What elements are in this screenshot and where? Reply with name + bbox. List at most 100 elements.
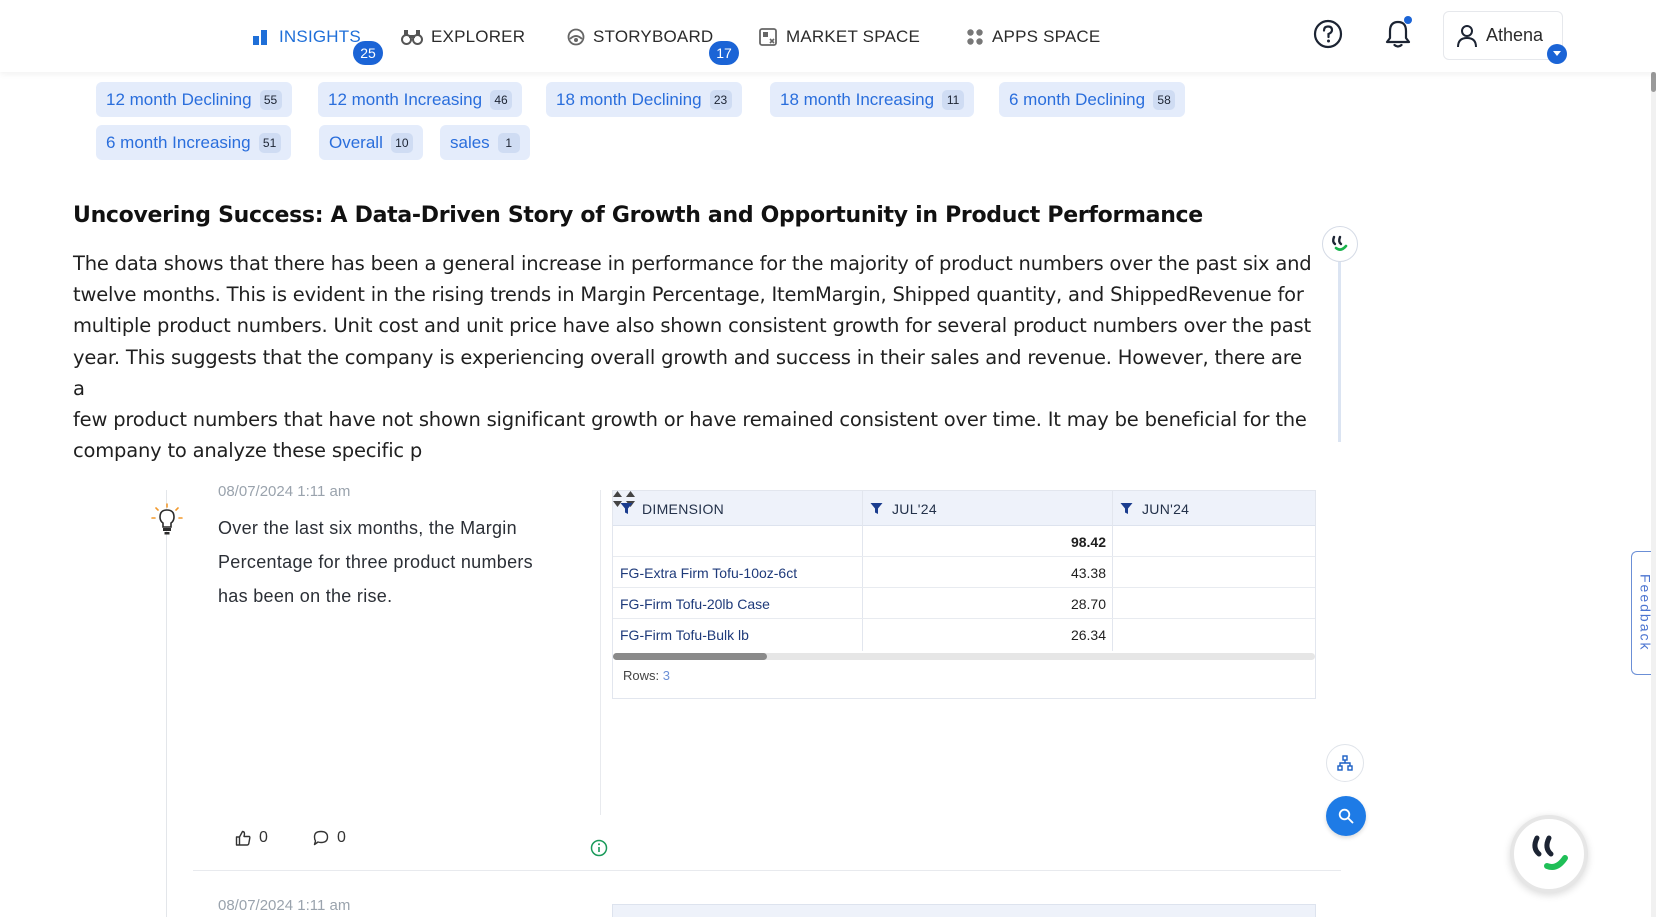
dimension-cell: FG-Firm Tofu-20lb Case xyxy=(620,595,770,612)
story-line: year. This suggests that the company is … xyxy=(73,345,1302,400)
tag-chip[interactable]: 12 month Declining 55 xyxy=(96,82,292,117)
value-cell: 43.38 xyxy=(1070,564,1106,581)
tag-chip[interactable]: 12 month Increasing 46 xyxy=(318,82,523,117)
column-header-label: JUL'24 xyxy=(892,500,937,517)
info-icon[interactable] xyxy=(590,839,608,857)
table-row[interactable]: FG-Firm Tofu-20lb Case 28.70 xyxy=(613,588,1315,619)
tag-chip[interactable]: 6 month Increasing 51 xyxy=(96,125,291,160)
thumbs-up-icon xyxy=(235,830,251,846)
column-header-jul24[interactable]: JUL'24 xyxy=(870,491,937,526)
tag-label: 18 month Declining xyxy=(556,89,702,109)
scrollbar-thumb[interactable] xyxy=(613,653,768,660)
tag-chip[interactable]: 18 month Declining 23 xyxy=(546,82,742,117)
nav-tab-label: MARKET SPACE xyxy=(786,27,921,46)
tag-chip[interactable]: 18 month Increasing 11 xyxy=(770,82,975,117)
tag-label: 18 month Increasing xyxy=(780,89,935,109)
tag-chip[interactable]: Overall 10 xyxy=(319,125,423,160)
rows-label: Rows: xyxy=(623,668,660,683)
tag-label: 12 month Increasing xyxy=(328,89,483,109)
tag-label: 12 month Declining xyxy=(106,89,252,109)
nav-tab-label: STORYBOARD xyxy=(593,27,714,46)
tag-count: 10 xyxy=(390,132,413,153)
story-line: The data shows that there has been a gen… xyxy=(73,252,1312,275)
user-menu[interactable]: Athena xyxy=(1443,11,1563,60)
storyboard-icon xyxy=(567,28,585,46)
column-header-label: JUN'24 xyxy=(1142,500,1190,517)
nav-tab-market-space[interactable]: MARKET SPACE xyxy=(758,24,920,50)
horizontal-scrollbar[interactable] xyxy=(613,653,1315,660)
table-row[interactable]: FG-Firm Tofu-Bulk lb 26.34 xyxy=(613,619,1315,650)
table-header: DIMENSION JUL'24 JUN'24 xyxy=(613,491,1315,526)
column-header-jun24[interactable]: JUN'24 xyxy=(1120,491,1189,526)
next-table-header xyxy=(612,904,1316,917)
tag-count: 51 xyxy=(258,132,281,153)
column-header-dimension[interactable]: DIMENSION xyxy=(620,491,724,526)
insight-timestamp: 08/07/2024 1:11 am xyxy=(218,483,351,500)
filter-icon[interactable] xyxy=(1120,502,1133,515)
tag-count: 11 xyxy=(942,89,965,110)
insight-text: Over the last six months, the Margin Per… xyxy=(218,511,588,613)
lightbulb-icon xyxy=(151,503,183,535)
page-scrollbar[interactable] xyxy=(1651,72,1656,917)
nav-tab-storyboard[interactable]: STORYBOARD xyxy=(567,24,713,50)
search-icon xyxy=(1338,808,1354,824)
insight-timestamp: 08/07/2024 1:11 am xyxy=(218,897,351,914)
tag-count: 1 xyxy=(497,132,520,153)
user-menu-caret-icon[interactable] xyxy=(1547,44,1567,64)
insight-line: Over the last six months, the Margin xyxy=(218,518,517,538)
insight-data-table: DIMENSION JUL'24 JUN'24 98.42 FG-Extra F… xyxy=(612,490,1316,699)
story-line: twelve months. This is evident in the ri… xyxy=(73,283,1304,307)
column-header-label: DIMENSION xyxy=(642,500,725,517)
comment-button[interactable]: 0 xyxy=(313,829,346,847)
tag-chip[interactable]: sales 1 xyxy=(440,125,530,160)
assistant-logo-icon xyxy=(1532,835,1568,870)
chat-assistant-button[interactable] xyxy=(1510,815,1588,893)
page-scrollbar-thumb[interactable] xyxy=(1651,72,1656,92)
story-body: The data shows that there has been a gen… xyxy=(73,248,1313,466)
tag-count: 58 xyxy=(1153,89,1176,110)
binoculars-icon xyxy=(401,30,423,45)
card-separator xyxy=(193,870,1341,871)
story-title: Uncovering Success: A Data-Driven Story … xyxy=(73,203,1203,228)
top-navigation: INSIGHTS 25 EXPLORER STORYBOARD 17 MARKE… xyxy=(0,0,1656,72)
filter-icon[interactable] xyxy=(870,502,883,515)
hierarchy-icon xyxy=(1337,755,1353,771)
dimension-cell: FG-Extra Firm Tofu-10oz-6ct xyxy=(620,564,798,581)
tag-count: 46 xyxy=(490,89,513,110)
insight-line: Percentage for three product numbers xyxy=(218,552,533,572)
user-name: Athena xyxy=(1486,25,1544,45)
tag-count: 55 xyxy=(259,89,282,110)
nav-tab-label: INSIGHTS xyxy=(279,27,361,46)
assistant-avatar-icon xyxy=(1322,226,1358,262)
tag-count: 23 xyxy=(709,89,732,110)
storyboard-count-badge: 17 xyxy=(709,41,739,65)
nav-tab-label: APPS SPACE xyxy=(992,27,1101,46)
like-count: 0 xyxy=(259,829,268,846)
tag-label: 6 month Increasing xyxy=(106,132,251,152)
comment-count: 0 xyxy=(337,829,346,846)
filter-icon[interactable] xyxy=(620,502,633,515)
nav-tab-apps-space[interactable]: APPS SPACE xyxy=(966,24,1100,50)
tag-label: Overall xyxy=(329,132,383,152)
notification-dot xyxy=(1404,16,1412,24)
nav-tab-explorer[interactable]: EXPLORER xyxy=(401,24,525,50)
tag-label: sales xyxy=(450,132,490,152)
dimension-cell: FG-Firm Tofu-Bulk lb xyxy=(620,626,749,643)
story-line: multiple product numbers. Unit cost and … xyxy=(73,314,1311,338)
search-button[interactable] xyxy=(1326,796,1366,836)
value-cell: 26.34 xyxy=(1070,626,1106,643)
tag-label: 6 month Declining xyxy=(1009,89,1146,109)
rows-value: 3 xyxy=(662,668,670,683)
apps-grid-icon xyxy=(967,29,983,45)
tag-chip[interactable]: 6 month Declining 58 xyxy=(999,82,1186,117)
hierarchy-button[interactable] xyxy=(1326,744,1364,782)
table-row[interactable]: FG-Extra Firm Tofu-10oz-6ct 43.38 xyxy=(613,557,1315,588)
story-progress-track xyxy=(1338,262,1341,442)
comment-icon xyxy=(313,830,329,846)
nav-tab-insights[interactable]: INSIGHTS xyxy=(251,24,361,50)
card-divider xyxy=(600,490,601,815)
help-circle-icon[interactable] xyxy=(1312,18,1344,50)
like-button[interactable]: 0 xyxy=(235,829,268,847)
nav-tab-label: EXPLORER xyxy=(431,27,526,46)
insights-count-badge: 25 xyxy=(353,41,383,65)
